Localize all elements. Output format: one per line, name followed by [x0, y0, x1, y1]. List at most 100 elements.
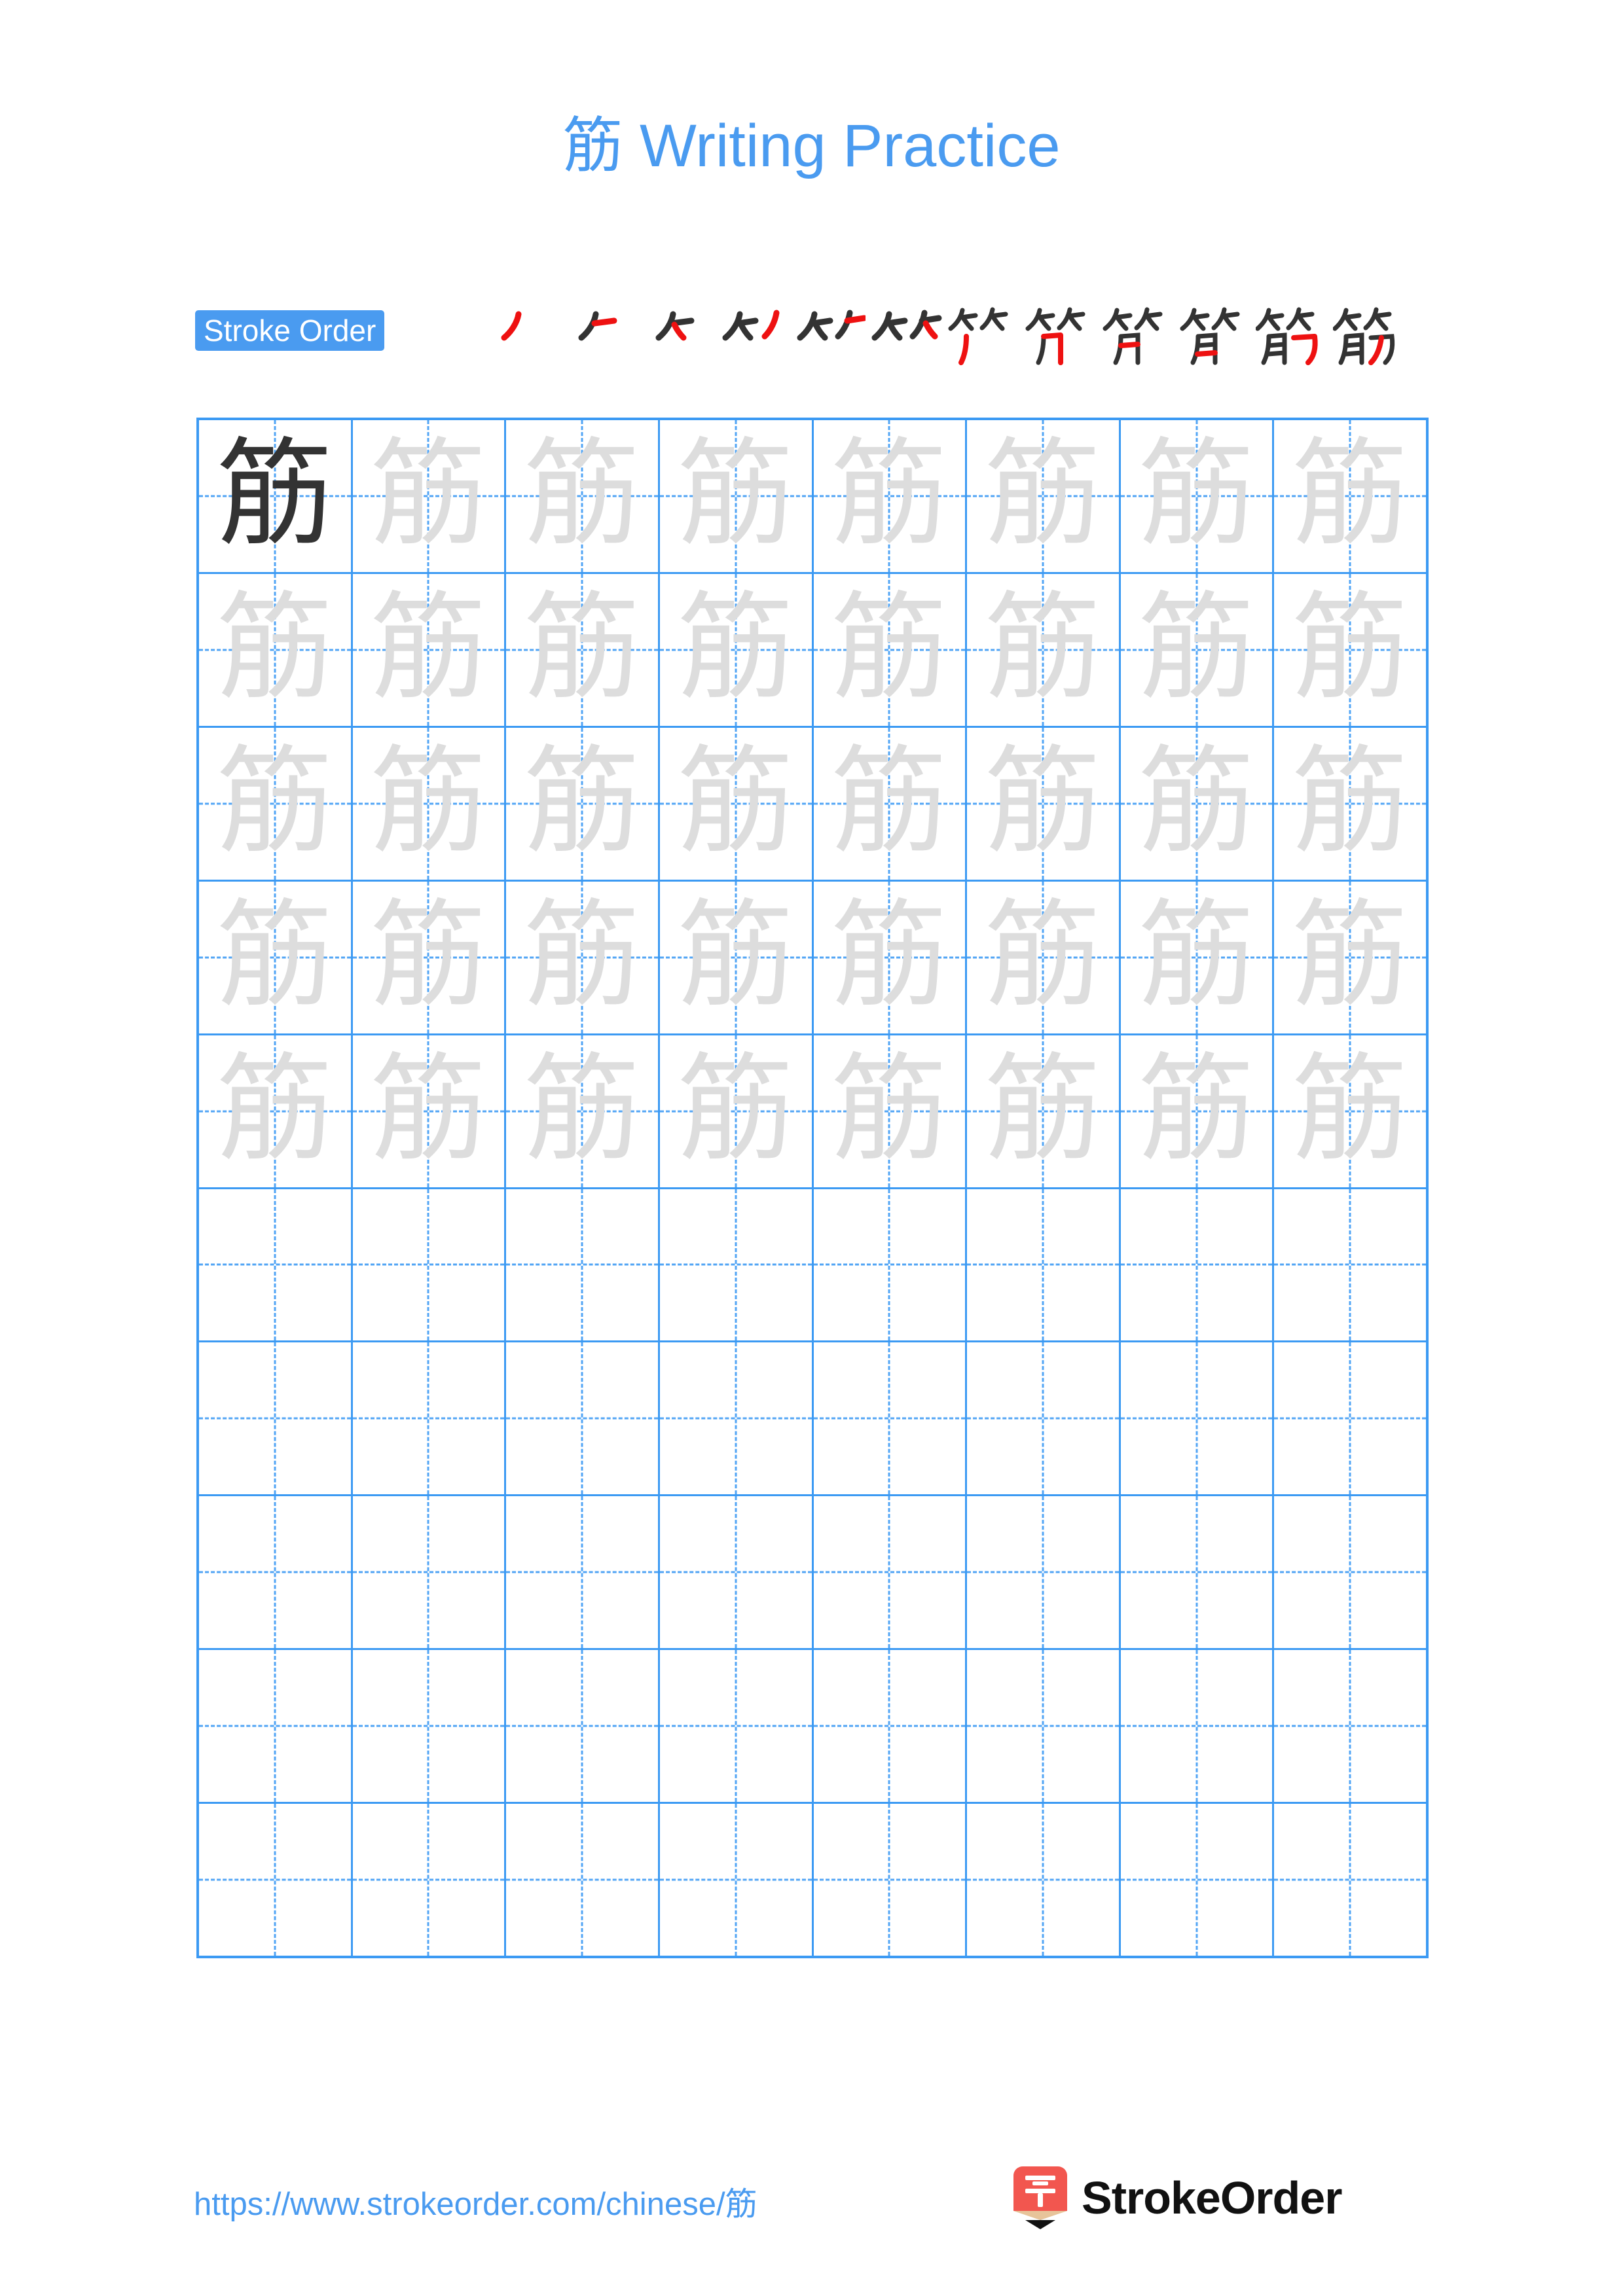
practice-cell[interactable]: [1120, 1650, 1275, 1803]
practice-cell[interactable]: [506, 1496, 660, 1649]
practice-cell[interactable]: 筋: [967, 420, 1121, 572]
practice-cell[interactable]: 筋: [199, 1035, 353, 1187]
cell-horizontal-guide: [1120, 1878, 1273, 1881]
practice-cell[interactable]: [967, 1650, 1121, 1803]
cell-horizontal-guide: [967, 1263, 1119, 1266]
trace-character: 筋: [831, 425, 948, 562]
practice-cell[interactable]: [813, 1650, 968, 1803]
practice-cell[interactable]: 筋: [967, 573, 1121, 726]
grid-row: [199, 1804, 1426, 1956]
practice-cell[interactable]: [199, 1496, 353, 1649]
practice-cell[interactable]: [659, 1496, 814, 1649]
practice-cell[interactable]: [967, 1496, 1121, 1649]
practice-cell[interactable]: [199, 1650, 353, 1803]
practice-cell[interactable]: 筋: [659, 1035, 814, 1187]
cell-horizontal-guide: [659, 1263, 812, 1266]
practice-cell[interactable]: [1274, 1804, 1426, 1956]
practice-cell[interactable]: [1120, 1804, 1275, 1956]
practice-cell[interactable]: 筋: [813, 573, 968, 726]
practice-cell[interactable]: 筋: [506, 727, 660, 880]
practice-cell[interactable]: [352, 1650, 507, 1803]
practice-cell[interactable]: 筋: [813, 881, 968, 1033]
trace-character: 筋: [677, 1041, 794, 1177]
stroke-step-5: [792, 301, 866, 367]
practice-cell[interactable]: 筋: [352, 420, 507, 572]
practice-cell[interactable]: [199, 1189, 353, 1341]
practice-cell[interactable]: 筋: [506, 1035, 660, 1187]
practice-cell[interactable]: [659, 1650, 814, 1803]
practice-cell[interactable]: [506, 1189, 660, 1341]
practice-cell[interactable]: 筋: [659, 420, 814, 572]
practice-cell[interactable]: 筋: [506, 881, 660, 1033]
practice-cell[interactable]: [967, 1189, 1121, 1341]
practice-cell[interactable]: 筋: [199, 573, 353, 726]
practice-cell[interactable]: [813, 1496, 968, 1649]
practice-cell[interactable]: [1274, 1342, 1426, 1495]
practice-cell[interactable]: [1120, 1496, 1275, 1649]
practice-cell[interactable]: 筋: [1274, 1035, 1426, 1187]
practice-cell[interactable]: [1120, 1189, 1275, 1341]
practice-cell[interactable]: 筋: [506, 420, 660, 572]
practice-cell[interactable]: 筋: [1274, 727, 1426, 880]
practice-cell[interactable]: 筋: [1274, 573, 1426, 726]
practice-cell[interactable]: 筋: [1274, 881, 1426, 1033]
practice-cell[interactable]: 筋: [813, 1035, 968, 1187]
practice-cell[interactable]: [506, 1650, 660, 1803]
practice-cell[interactable]: [659, 1804, 814, 1956]
practice-cell[interactable]: 筋: [813, 727, 968, 880]
practice-cell[interactable]: [506, 1804, 660, 1956]
cell-horizontal-guide: [659, 1417, 812, 1420]
trace-character: 筋: [524, 425, 641, 562]
cell-horizontal-guide: [506, 1263, 658, 1266]
practice-cell[interactable]: 筋: [199, 420, 353, 572]
trace-character: 筋: [1138, 579, 1255, 715]
practice-cell[interactable]: 筋: [352, 1035, 507, 1187]
practice-cell[interactable]: 筋: [199, 881, 353, 1033]
trace-character: 筋: [677, 579, 794, 715]
practice-cell[interactable]: [506, 1342, 660, 1495]
practice-cell[interactable]: 筋: [1120, 1035, 1275, 1187]
practice-cell[interactable]: 筋: [1120, 573, 1275, 726]
practice-cell[interactable]: 筋: [1120, 420, 1275, 572]
practice-cell[interactable]: 筋: [813, 420, 968, 572]
practice-cell[interactable]: 筋: [967, 727, 1121, 880]
practice-cell[interactable]: 筋: [352, 573, 507, 726]
practice-cell[interactable]: 筋: [967, 1035, 1121, 1187]
practice-cell[interactable]: 筋: [1120, 727, 1275, 880]
cell-horizontal-guide: [1120, 1417, 1273, 1420]
trace-character: 筋: [1138, 425, 1255, 562]
cell-horizontal-guide: [199, 1571, 351, 1573]
practice-cell[interactable]: [199, 1804, 353, 1956]
practice-cell[interactable]: [352, 1496, 507, 1649]
practice-cell[interactable]: [352, 1189, 507, 1341]
practice-cell[interactable]: [352, 1804, 507, 1956]
practice-cell[interactable]: [813, 1804, 968, 1956]
practice-cell[interactable]: 筋: [199, 727, 353, 880]
footer-url-link[interactable]: https://www.strokeorder.com/chinese/筋: [194, 2178, 757, 2225]
practice-cell[interactable]: 筋: [1120, 881, 1275, 1033]
stroke-order-sequence: [483, 301, 1432, 367]
practice-cell[interactable]: 筋: [506, 573, 660, 726]
practice-cell[interactable]: [199, 1342, 353, 1495]
practice-cell[interactable]: [967, 1804, 1121, 1956]
practice-cell[interactable]: 筋: [352, 881, 507, 1033]
practice-cell[interactable]: 筋: [1274, 420, 1426, 572]
practice-cell[interactable]: [1274, 1650, 1426, 1803]
practice-cell[interactable]: 筋: [659, 881, 814, 1033]
practice-cell[interactable]: [659, 1342, 814, 1495]
practice-cell[interactable]: 筋: [659, 727, 814, 880]
trace-character: 筋: [216, 887, 333, 1023]
practice-cell[interactable]: [1274, 1496, 1426, 1649]
trace-character: 筋: [216, 733, 333, 869]
practice-cell[interactable]: [352, 1342, 507, 1495]
practice-cell[interactable]: [813, 1342, 968, 1495]
practice-cell[interactable]: [813, 1189, 968, 1341]
practice-cell[interactable]: [1274, 1189, 1426, 1341]
practice-cell[interactable]: [1120, 1342, 1275, 1495]
practice-cell[interactable]: 筋: [352, 727, 507, 880]
practice-cell[interactable]: 筋: [659, 573, 814, 726]
trace-character: 筋: [677, 887, 794, 1023]
practice-cell[interactable]: [659, 1189, 814, 1341]
practice-cell[interactable]: [967, 1342, 1121, 1495]
practice-cell[interactable]: 筋: [967, 881, 1121, 1033]
